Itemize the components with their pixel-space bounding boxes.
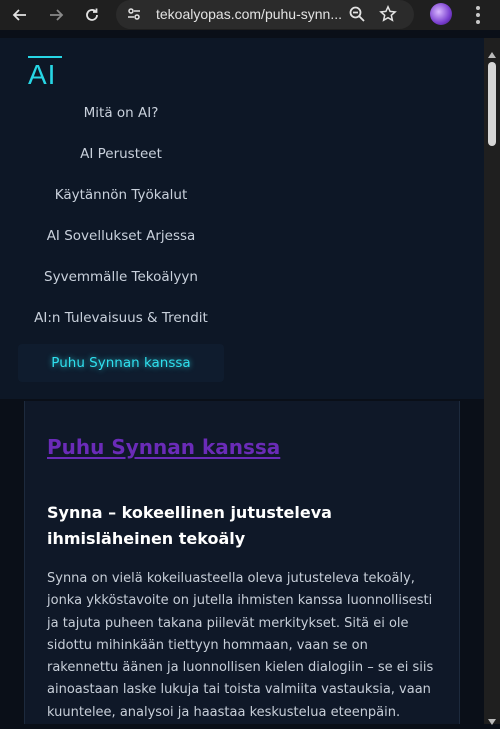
content-card: Puhu Synnan kanssa Synna – kokeellinen j… — [24, 401, 460, 724]
forward-arrow-icon[interactable] — [44, 3, 68, 27]
scroll-down-arrow-icon[interactable] — [488, 710, 496, 729]
url-text[interactable]: tekoalyopas.com/puhu-synn... — [156, 6, 354, 22]
reload-icon[interactable] — [80, 3, 104, 27]
site-header: AI Mitä on AI? AI Perusteet Käytännön Ty… — [0, 38, 484, 399]
menu-item-ai-sovellukset[interactable]: AI Sovellukset Arjessa — [18, 221, 224, 262]
more-vert-icon[interactable] — [468, 4, 488, 26]
menu-item-ai-perusteet[interactable]: AI Perusteet — [18, 139, 224, 180]
section-heading: Synna – kokeellinen jutusteleva ihmisläh… — [47, 503, 332, 548]
menu-item-mita-on-ai[interactable]: Mitä on AI? — [18, 98, 224, 139]
page: AI Mitä on AI? AI Perusteet Käytännön Ty… — [0, 38, 484, 724]
menu-item-puhu-synnan-kanssa[interactable]: Puhu Synnan kanssa — [18, 344, 224, 382]
scroll-up-arrow-icon[interactable] — [488, 43, 496, 62]
address-bar[interactable]: tekoalyopas.com/puhu-synn... — [116, 0, 414, 29]
site-settings-icon[interactable] — [126, 6, 142, 26]
menu-item-kaytannon-tyokalut[interactable]: Käytännön Työkalut — [18, 180, 224, 221]
menu-item-syvemmalle[interactable]: Syvemmälle Tekoälyyn — [18, 262, 224, 303]
site-logo[interactable]: AI — [28, 56, 62, 90]
menu-item-tulevaisuus[interactable]: AI:n Tulevaisuus & Trendit — [18, 303, 224, 344]
zoom-icon[interactable] — [348, 5, 366, 27]
scrollbar-thumb[interactable] — [488, 62, 496, 146]
browser-toolbar: tekoalyopas.com/puhu-synn... — [0, 0, 500, 30]
main-menu: Mitä on AI? AI Perusteet Käytännön Työka… — [18, 98, 224, 382]
page-scrollbar[interactable] — [484, 38, 500, 725]
back-arrow-icon[interactable] — [8, 3, 32, 27]
page-title[interactable]: Puhu Synnan kanssa — [47, 435, 280, 459]
intro-paragraph: Synna on vielä kokeiluasteella oleva jut… — [47, 571, 434, 720]
bookmark-star-icon[interactable] — [379, 4, 397, 27]
extension-icon[interactable] — [430, 3, 452, 25]
